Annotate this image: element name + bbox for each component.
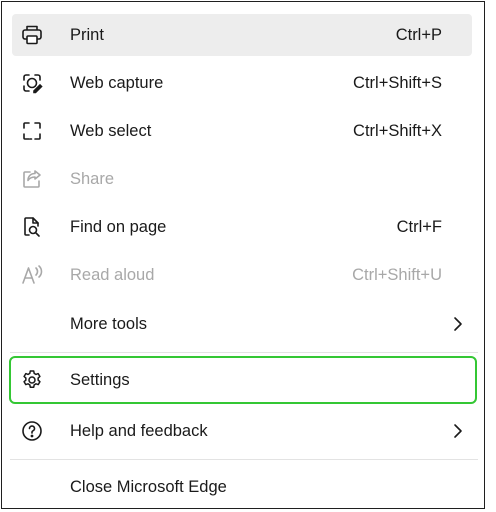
menu-item-web-capture[interactable]: Web capture Ctrl+Shift+S: [12, 62, 472, 104]
menu-item-label: Read aloud: [70, 265, 155, 284]
help-icon: [20, 419, 44, 443]
menu-divider: [10, 459, 478, 460]
web-select-icon: [20, 119, 44, 143]
chevron-right-icon: [446, 312, 470, 336]
menu-item-close-microsoft-edge[interactable]: Close Microsoft Edge: [12, 466, 472, 508]
gear-icon: [20, 368, 44, 392]
menu-item-settings[interactable]: Settings: [9, 356, 477, 404]
menu-item-more-tools[interactable]: More tools: [12, 303, 472, 345]
menu-item-shortcut: Ctrl+Shift+U: [352, 265, 442, 284]
web-capture-icon: [20, 71, 44, 95]
menu-item-label: Settings: [70, 370, 130, 389]
printer-icon: [20, 23, 44, 47]
menu-item-label: Web select: [70, 121, 152, 140]
menu-item-label: Web capture: [70, 73, 164, 92]
menu-divider: [10, 352, 478, 353]
read-aloud-icon: [20, 263, 44, 287]
menu-item-help-and-feedback[interactable]: Help and feedback: [12, 410, 472, 452]
edge-settings-menu: Print Ctrl+P Web capture Ctrl+Shift+S We…: [1, 1, 485, 509]
menu-item-label: Help and feedback: [70, 421, 208, 440]
menu-item-read-aloud[interactable]: Read aloud Ctrl+Shift+U: [12, 254, 472, 296]
menu-item-shortcut: Ctrl+Shift+S: [353, 73, 442, 92]
menu-item-label: Close Microsoft Edge: [70, 477, 227, 496]
menu-item-label: More tools: [70, 314, 148, 333]
menu-item-find-on-page[interactable]: Find on page Ctrl+F: [12, 206, 472, 248]
menu-item-shortcut: Ctrl+Shift+X: [353, 121, 442, 140]
share-icon: [20, 167, 44, 191]
menu-item-shortcut: Ctrl+F: [396, 217, 442, 236]
menu-item-label: Find on page: [70, 217, 167, 236]
menu-item-share[interactable]: Share: [12, 158, 472, 200]
menu-item-shortcut: Ctrl+P: [395, 25, 442, 44]
menu-item-web-select[interactable]: Web select Ctrl+Shift+X: [12, 110, 472, 152]
menu-item-label: Share: [70, 169, 115, 188]
menu-item-label: Print: [70, 25, 104, 44]
chevron-right-icon: [446, 419, 470, 443]
menu-item-print[interactable]: Print Ctrl+P: [12, 14, 472, 56]
find-on-page-icon: [20, 215, 44, 239]
